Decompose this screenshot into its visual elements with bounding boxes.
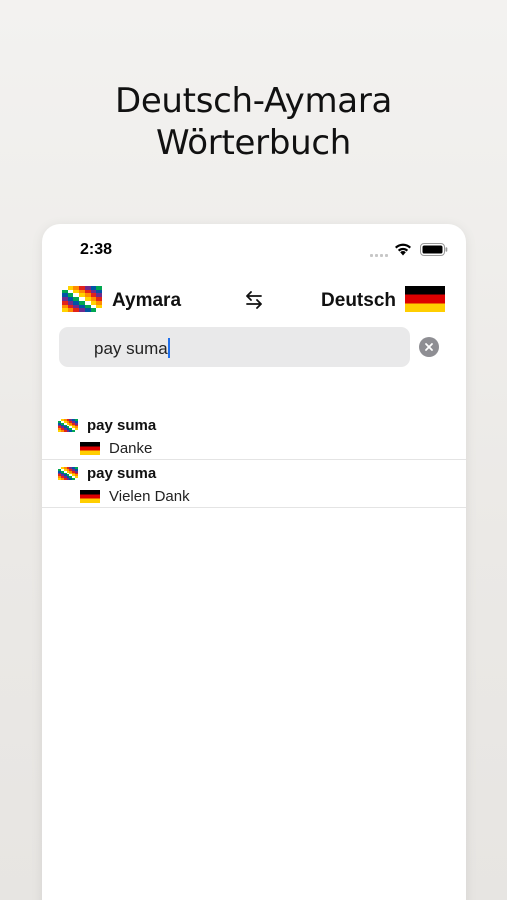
result-source-text: pay suma — [87, 417, 157, 434]
results-list: pay suma Danke pay suma Vielen Dank — [42, 412, 466, 508]
battery-icon — [420, 243, 448, 256]
source-language-button[interactable]: Aymara — [112, 290, 181, 312]
search-input[interactable]: pay suma — [59, 327, 410, 367]
wifi-icon — [395, 243, 411, 256]
result-item[interactable]: pay suma Danke — [42, 412, 466, 460]
status-time: 2:38 — [80, 241, 113, 258]
germany-flag-icon — [80, 490, 100, 503]
promo-headline: Deutsch-Aymara Wörterbuch — [0, 80, 507, 164]
headline-line-2: Wörterbuch — [155, 123, 351, 163]
germany-flag-icon — [80, 442, 100, 455]
language-bar: Aymara Deutsch — [42, 282, 466, 316]
phone-screen: 2:38 Aymara Deutsch pay suma pay suma Da… — [42, 224, 466, 900]
text-caret — [167, 338, 170, 358]
result-translation-text: Vielen Dank — [109, 488, 190, 505]
clear-search-button[interactable] — [419, 337, 439, 357]
wiphala-flag-icon — [58, 467, 78, 480]
swap-arrows-icon[interactable] — [242, 288, 266, 312]
clear-circle-icon — [425, 343, 433, 351]
headline-line-1: Deutsch-Aymara — [114, 81, 393, 121]
wiphala-flag-icon[interactable] — [62, 286, 102, 312]
search-input-text[interactable]: pay suma — [94, 338, 170, 359]
result-translation-text: Danke — [109, 440, 153, 457]
germany-flag-icon[interactable] — [405, 286, 445, 312]
result-source-text: pay suma — [87, 465, 157, 482]
wiphala-flag-icon — [58, 419, 78, 432]
status-bar: 2:38 — [42, 224, 466, 278]
result-item[interactable]: pay suma Vielen Dank — [42, 460, 466, 508]
cellular-signal-icon — [370, 251, 390, 257]
target-language-button[interactable]: Deutsch — [321, 290, 396, 312]
